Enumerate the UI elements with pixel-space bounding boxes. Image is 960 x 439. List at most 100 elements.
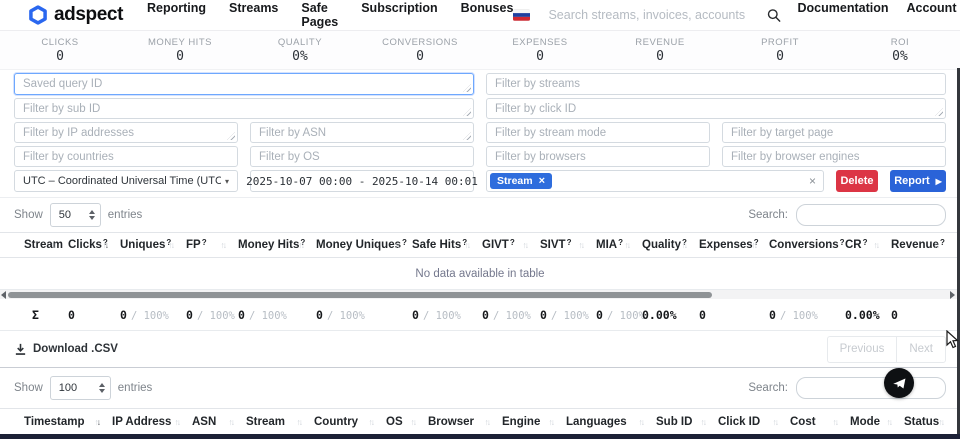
clicks-col-languages[interactable]: Languages↑↓	[556, 409, 646, 434]
nav-item-bonuses[interactable]: Bonuses	[461, 1, 514, 29]
report-col-uniques[interactable]: Uniques?↑↓	[110, 233, 176, 257]
group-by-select[interactable]: Stream × ×	[486, 170, 824, 192]
search-label: Search:	[748, 209, 788, 221]
report-col-revenue[interactable]: Revenue?↑↓	[881, 233, 941, 257]
report-col-clicks[interactable]: Clicks?↑↓	[58, 233, 110, 257]
report-col-sivt[interactable]: SIVT?↑↓	[530, 233, 586, 257]
click-id-filter-field	[486, 98, 946, 119]
delete-button[interactable]: Delete	[836, 170, 878, 192]
download-csv-button[interactable]: Download .CSV	[14, 343, 118, 356]
clicks-col-browser[interactable]: Browser↑↓	[418, 409, 492, 434]
clicks-col-asn[interactable]: ASN↑↓	[182, 409, 236, 434]
sort-down-arrow: ↓	[53, 240, 55, 250]
previous-page-button[interactable]: Previous	[827, 336, 897, 363]
topbar-link-documentation[interactable]: Documentation	[798, 1, 889, 29]
browsers-filter-input[interactable]	[487, 151, 709, 163]
nav-item-safe-pages[interactable]: Safe Pages	[301, 1, 338, 29]
ip-filter-input[interactable]	[15, 127, 237, 139]
entries-label: entries	[108, 209, 143, 221]
total-cell: 0	[58, 306, 110, 324]
os-filter-input[interactable]	[251, 151, 473, 163]
nav-item-subscription[interactable]: Subscription	[361, 1, 437, 29]
sort-icon: ↑↓	[229, 417, 234, 427]
clicks-col-os[interactable]: OS↑↓	[376, 409, 418, 434]
report-col-mia[interactable]: MIA?↑↓	[586, 233, 632, 257]
clicks-col-mode[interactable]: Mode↑↓	[840, 409, 894, 434]
clicks-col-engine[interactable]: Engine↑↓	[492, 409, 556, 434]
page-size-select[interactable]: 100	[50, 376, 111, 400]
column-label: Status	[904, 416, 939, 428]
scrollbar-thumb[interactable]	[8, 292, 712, 298]
total-cell: 0/ 100%	[306, 306, 402, 324]
stat-label: ROI	[891, 37, 909, 48]
date-range-picker[interactable]: 2025-10-07 00:00 - 2025-10-14 00:01	[250, 170, 474, 192]
clicks-col-stream[interactable]: Stream↑↓	[236, 409, 304, 434]
asn-filter-input[interactable]	[251, 127, 473, 139]
report-col-expenses[interactable]: Expenses?↑↓	[689, 233, 759, 257]
browser-engines-filter-input[interactable]	[723, 151, 945, 163]
topbar-link-account[interactable]: Account	[906, 1, 956, 29]
report-table-search-input[interactable]	[796, 204, 946, 226]
page-size-select[interactable]: 50	[50, 203, 101, 227]
adspect-logo[interactable]: adspect	[28, 4, 123, 26]
report-col-conversions[interactable]: Conversions?↑↓	[759, 233, 835, 257]
column-label: Clicks	[68, 239, 102, 251]
chevron-down-icon: ▾	[225, 177, 229, 186]
totals-row: Σ00/ 100%0/ 100%0/ 100%0/ 100%0/ 100%0/ …	[0, 299, 960, 331]
report-col-stream[interactable]: Stream↑↓	[14, 233, 58, 257]
search-label: Search:	[748, 382, 788, 394]
timezone-select[interactable]: UTC – Coordinated Universal Time (UTC+0)…	[14, 170, 238, 192]
click-id-filter-input[interactable]	[487, 103, 945, 115]
language-flag-icon[interactable]	[513, 9, 530, 21]
sort-down-arrow: ↓	[627, 240, 629, 250]
countries-filter-input[interactable]	[15, 151, 237, 163]
streams-filter-input[interactable]	[487, 78, 945, 90]
help-marker: ?	[202, 238, 207, 247]
report-col-cr[interactable]: CR?↑↓	[835, 233, 881, 257]
nav-item-streams[interactable]: Streams	[229, 1, 278, 29]
sort-icon: ↑↓	[221, 240, 226, 250]
total-value: 0	[316, 308, 323, 322]
clicks-col-status[interactable]: Status↑↓	[894, 409, 946, 434]
report-col-money-uniques[interactable]: Money Uniques?↑↓	[306, 233, 402, 257]
report-col-safe-hits[interactable]: Safe Hits?↑↓	[402, 233, 472, 257]
sort-down-arrow: ↓	[371, 417, 373, 427]
report-button[interactable]: Report ▶	[890, 170, 946, 192]
stream-mode-filter-input[interactable]	[487, 127, 709, 139]
search-icon[interactable]	[767, 8, 781, 23]
clicks-col-sub-id[interactable]: Sub ID↑↓	[646, 409, 708, 434]
clicks-col-click-id[interactable]: Click ID↑↓	[708, 409, 780, 434]
report-col-fp[interactable]: FP?↑↓	[176, 233, 228, 257]
total-value: 0	[699, 308, 706, 322]
telegram-button[interactable]	[884, 368, 914, 398]
clicks-col-ip-address[interactable]: IP Address↑↓	[102, 409, 182, 434]
clear-select-icon[interactable]: ×	[809, 174, 816, 188]
tag-remove-icon[interactable]: ×	[539, 176, 545, 187]
next-page-button[interactable]: Next	[896, 336, 946, 363]
scroll-right-icon[interactable]	[950, 291, 955, 299]
column-label: CR	[845, 239, 862, 251]
sort-icon: ↑↓	[95, 417, 100, 427]
clicks-col-timestamp[interactable]: Timestamp↑↓	[14, 409, 102, 434]
ip-filter-field	[14, 122, 238, 143]
play-icon: ▶	[936, 177, 942, 186]
target-page-filter-input[interactable]	[723, 127, 945, 139]
stat-conversions: CONVERSIONS0	[360, 31, 480, 69]
stat-roi: ROI0%	[840, 31, 960, 69]
saved-query-input[interactable]	[15, 78, 473, 90]
report-col-money-hits[interactable]: Money Hits?↑↓	[228, 233, 306, 257]
report-col-givt[interactable]: GIVT?↑↓	[472, 233, 530, 257]
report-table-header: Stream↑↓Clicks?↑↓Uniques?↑↓FP?↑↓Money Hi…	[0, 232, 960, 258]
page-size-value: 50	[59, 209, 71, 221]
clicks-table-search-input[interactable]	[796, 377, 946, 399]
sub-id-filter-input[interactable]	[15, 103, 473, 115]
report-col-quality[interactable]: Quality?↑↓	[632, 233, 689, 257]
nav-item-reporting[interactable]: Reporting	[147, 1, 206, 29]
clicks-col-cost[interactable]: Cost↑↓	[780, 409, 840, 434]
global-search-input[interactable]	[546, 7, 751, 23]
scroll-left-icon[interactable]	[1, 291, 6, 299]
clicks-col-country[interactable]: Country↑↓	[304, 409, 376, 434]
column-label: MIA	[596, 239, 617, 251]
help-marker: ?	[618, 238, 623, 247]
horizontal-scrollbar[interactable]	[0, 290, 960, 299]
